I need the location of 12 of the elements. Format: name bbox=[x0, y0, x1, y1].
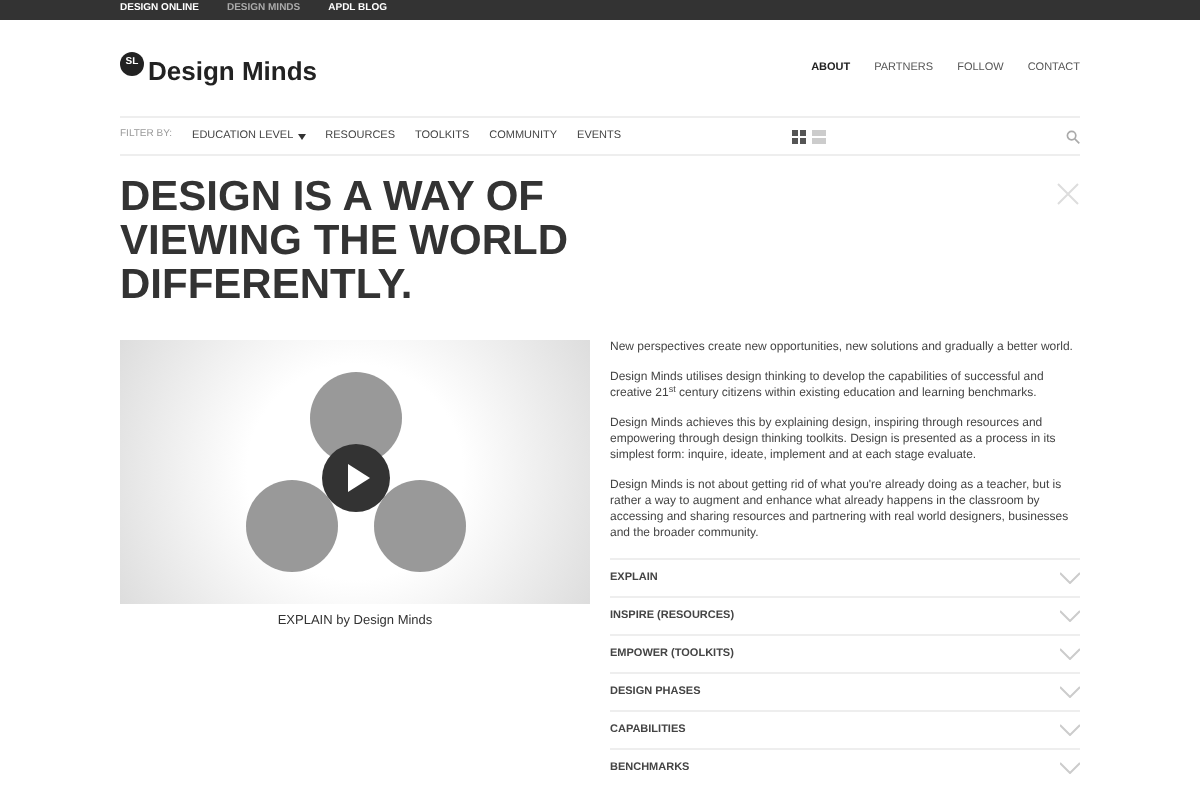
grid-view-icon[interactable] bbox=[792, 129, 806, 143]
chevron-icon bbox=[1060, 724, 1080, 736]
caret-icon bbox=[297, 133, 306, 139]
chevron-icon bbox=[1060, 686, 1080, 698]
video-player[interactable] bbox=[120, 340, 590, 604]
chevron-icon bbox=[1060, 648, 1080, 660]
chevron-icon bbox=[1060, 610, 1080, 622]
headline: DESIGN IS A WAY OF VIEWING THE WORLD DIFFERENTLY. bbox=[120, 176, 570, 308]
chevron-icon bbox=[1060, 762, 1080, 774]
chevron-icon bbox=[1060, 572, 1080, 584]
play-button[interactable] bbox=[321, 444, 389, 512]
logo-text[interactable]: Design Minds bbox=[148, 58, 318, 84]
